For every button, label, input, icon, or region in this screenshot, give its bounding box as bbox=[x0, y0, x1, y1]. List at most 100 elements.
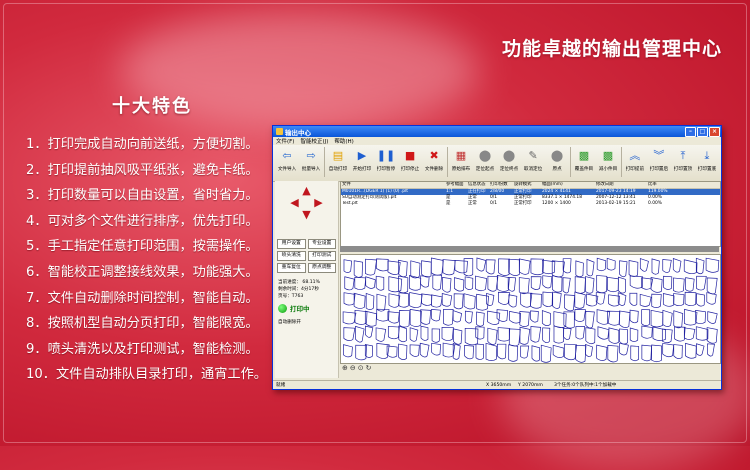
pattern-piece bbox=[641, 309, 651, 326]
pattern-piece bbox=[707, 311, 718, 324]
zoom-fit-icon[interactable]: ⊙ bbox=[358, 364, 364, 372]
pattern-piece bbox=[420, 275, 430, 288]
toolbar-button[interactable]: ✖ 文件删除 bbox=[422, 146, 446, 179]
pattern-piece bbox=[475, 275, 488, 292]
window-title: 输出中心 bbox=[285, 128, 311, 137]
top-icon: ⤒ bbox=[680, 149, 686, 162]
pattern-piece bbox=[641, 325, 653, 339]
pattern-piece bbox=[355, 325, 365, 343]
menu-item[interactable]: 文件(F) bbox=[276, 137, 294, 145]
pattern-piece bbox=[619, 260, 628, 278]
pattern-piece bbox=[673, 310, 684, 329]
control-button[interactable]: 打印测试 bbox=[307, 251, 336, 261]
toolbar-button[interactable]: ▦ 原始排布 bbox=[449, 146, 473, 179]
pattern-piece bbox=[410, 260, 421, 279]
toolbar-button[interactable]: ▩ 减小件目 bbox=[596, 146, 620, 179]
pattern-piece bbox=[674, 326, 686, 342]
headline: 功能卓越的输出管理中心 bbox=[501, 38, 722, 60]
zoom-out-icon[interactable]: ⊖ bbox=[350, 364, 356, 372]
toolbar-label: 减小件目 bbox=[598, 167, 618, 172]
toolbar-button[interactable]: ▶ 开始打印 bbox=[350, 146, 374, 179]
close-icon[interactable]: × bbox=[709, 126, 720, 137]
print-stats: 当前进度： 68.11% 剩余时间：4分17秒 页号：T763 bbox=[275, 279, 338, 300]
file-table: 文件 参考幅面 信息状态 打印份数 旋转模式 幅面(mm) 修改日期 比率 M0101R...(… bbox=[340, 181, 721, 247]
pattern-piece bbox=[419, 342, 430, 358]
minimize-icon[interactable]: – bbox=[685, 126, 696, 137]
control-button[interactable]: 专业设置 bbox=[307, 239, 336, 249]
pattern-piece bbox=[673, 277, 685, 293]
toolbar-button[interactable]: ❚❚ 打印暂停 bbox=[374, 146, 398, 179]
toolbar-button[interactable]: ︾ 打印置后 bbox=[647, 146, 671, 179]
pin-start-icon: ⬤ bbox=[478, 149, 492, 162]
menu-item[interactable]: 帮助(H) bbox=[334, 137, 353, 145]
reduce-icon: ▩ bbox=[602, 149, 614, 162]
pattern-piece bbox=[487, 327, 498, 345]
arrow-left-icon[interactable]: ◀ bbox=[289, 197, 301, 209]
toolbar-button[interactable]: ■ 打印停止 bbox=[398, 146, 422, 179]
status-dim-x: X 3650mm bbox=[486, 382, 512, 388]
table-row[interactable]: Test.plt 是 正常 0/1 正常打印 1200 × 1400 2013-02-19 … bbox=[341, 201, 720, 207]
column-header: 旋转模式 bbox=[514, 182, 532, 187]
pattern-piece bbox=[431, 308, 441, 322]
toolbar-button[interactable]: ︽ 打印提前 bbox=[623, 146, 647, 179]
cover-icon: ▩ bbox=[578, 149, 590, 162]
toolbar-button[interactable]: ⤓ 打印置底 bbox=[695, 146, 719, 179]
toolbar-button[interactable]: ⇦ 文件导入 bbox=[275, 146, 299, 179]
column-header: 修改日期 bbox=[596, 182, 614, 187]
pattern-piece bbox=[596, 344, 608, 361]
pattern-piece bbox=[619, 310, 631, 329]
pattern-piece bbox=[586, 258, 595, 277]
pattern-piece bbox=[497, 343, 507, 360]
toolbar-button[interactable]: ▩ 覆盖件目 bbox=[572, 146, 596, 179]
pattern-piece bbox=[651, 293, 662, 309]
column-header: 比率 bbox=[648, 182, 657, 187]
toolbar-button[interactable]: ✎ 取消定位 bbox=[521, 146, 545, 179]
toolbar-button[interactable]: ⤒ 打印置顶 bbox=[671, 146, 695, 179]
play-icon: ▶ bbox=[357, 149, 367, 162]
pattern-piece bbox=[663, 275, 673, 290]
pattern-piece bbox=[662, 293, 675, 307]
table-cell: 正常打印 bbox=[514, 201, 532, 206]
arrow-down-icon[interactable]: ▼ bbox=[301, 209, 313, 221]
control-button[interactable]: 原点调整 bbox=[307, 263, 336, 273]
pattern-piece bbox=[575, 260, 584, 278]
menu-item[interactable]: 智能校正(J) bbox=[300, 137, 328, 145]
refresh-icon[interactable]: ↻ bbox=[366, 364, 372, 372]
output-center-window: 输出中心 – □ × 文件(F) 智能校正(J) 帮助(H) ⇦ 文件导入 ⇨ 批量导入 ▤… bbox=[272, 125, 722, 390]
table-cell: 1200 × 1400 bbox=[542, 201, 571, 206]
toolbar-button[interactable]: ⇨ 批量导入 bbox=[299, 146, 323, 179]
pattern-piece bbox=[508, 328, 521, 347]
arrow-right-icon[interactable]: ▶ bbox=[313, 197, 325, 209]
pattern-piece bbox=[388, 276, 403, 293]
toolbar-button[interactable]: ⬤ 定位终点 bbox=[497, 146, 521, 179]
pattern-piece bbox=[409, 292, 423, 308]
pattern-piece bbox=[542, 259, 556, 275]
control-button[interactable]: 用户设置 bbox=[277, 239, 306, 249]
maximize-icon[interactable]: □ bbox=[697, 126, 708, 137]
origin-icon: ⬤ bbox=[550, 149, 564, 162]
pattern-piece bbox=[563, 327, 572, 340]
control-button[interactable]: 喷头清洗 bbox=[277, 251, 306, 261]
toolbar-button[interactable]: ▤ 自动打印 bbox=[326, 146, 350, 179]
arrow-up-icon[interactable]: ▲ bbox=[301, 185, 313, 197]
pattern-piece bbox=[530, 276, 542, 290]
toolbar-button[interactable]: ⬤ 定位起点 bbox=[473, 146, 497, 179]
pattern-piece bbox=[520, 345, 530, 359]
stop-icon: ■ bbox=[404, 149, 416, 162]
column-header: 幅面(mm) bbox=[542, 182, 563, 187]
pattern-piece bbox=[552, 291, 562, 309]
table-cell: 2013-02-19 15:21 bbox=[596, 201, 636, 206]
feature-item: 4．可对多个文件进行排序，优先打印。 bbox=[26, 213, 259, 229]
pattern-piece bbox=[551, 260, 565, 278]
pattern-piece bbox=[629, 327, 639, 342]
zoom-in-icon[interactable]: ⊕ bbox=[342, 364, 348, 372]
pattern-piece bbox=[552, 275, 563, 293]
control-button[interactable]: 重车复位 bbox=[277, 263, 306, 273]
toolbar-button[interactable]: ⬤ 原点 bbox=[545, 146, 569, 179]
pattern-piece bbox=[673, 344, 683, 360]
pattern-piece bbox=[619, 328, 628, 345]
auto-delete-label: 自动删除开 bbox=[278, 320, 301, 325]
pattern-piece bbox=[585, 276, 595, 294]
import-icon: ⇦ bbox=[282, 149, 292, 162]
preview-scroll-strip[interactable] bbox=[340, 246, 719, 252]
